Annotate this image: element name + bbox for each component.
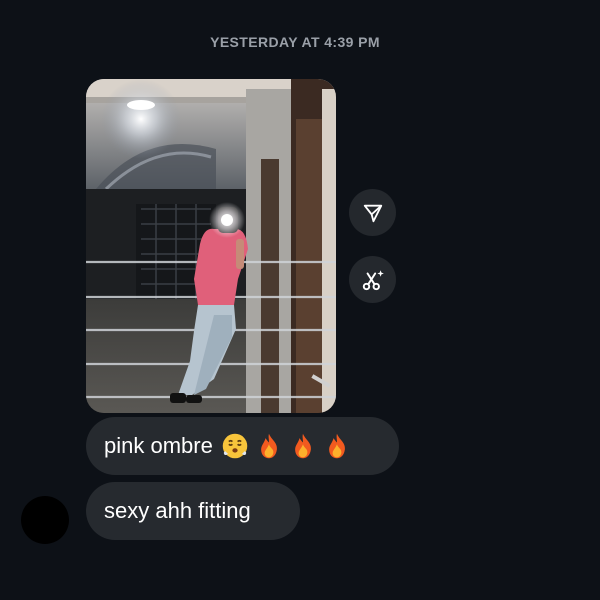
- fire-emoji: [294, 433, 311, 459]
- send-icon: [363, 204, 382, 222]
- message-timestamp: YESTERDAY AT 4:39 PM: [210, 34, 380, 50]
- message-text: sexy ahh fitting: [104, 498, 251, 523]
- emoji-group: [221, 432, 351, 460]
- edit-photo-button[interactable]: [349, 256, 396, 303]
- message-bubble[interactable]: pink ombre: [86, 417, 399, 475]
- scissors-sparkle-icon: [362, 269, 384, 290]
- huffing-face-emoji: [222, 433, 248, 459]
- sender-avatar[interactable]: [21, 496, 69, 544]
- photo-image: [86, 79, 336, 413]
- message-photo[interactable]: [86, 79, 336, 413]
- message-text: pink ombre: [104, 433, 213, 458]
- fire-emoji: [260, 433, 277, 459]
- message-bubble[interactable]: sexy ahh fitting: [86, 482, 300, 540]
- fire-emoji: [328, 433, 345, 459]
- share-button[interactable]: [349, 189, 396, 236]
